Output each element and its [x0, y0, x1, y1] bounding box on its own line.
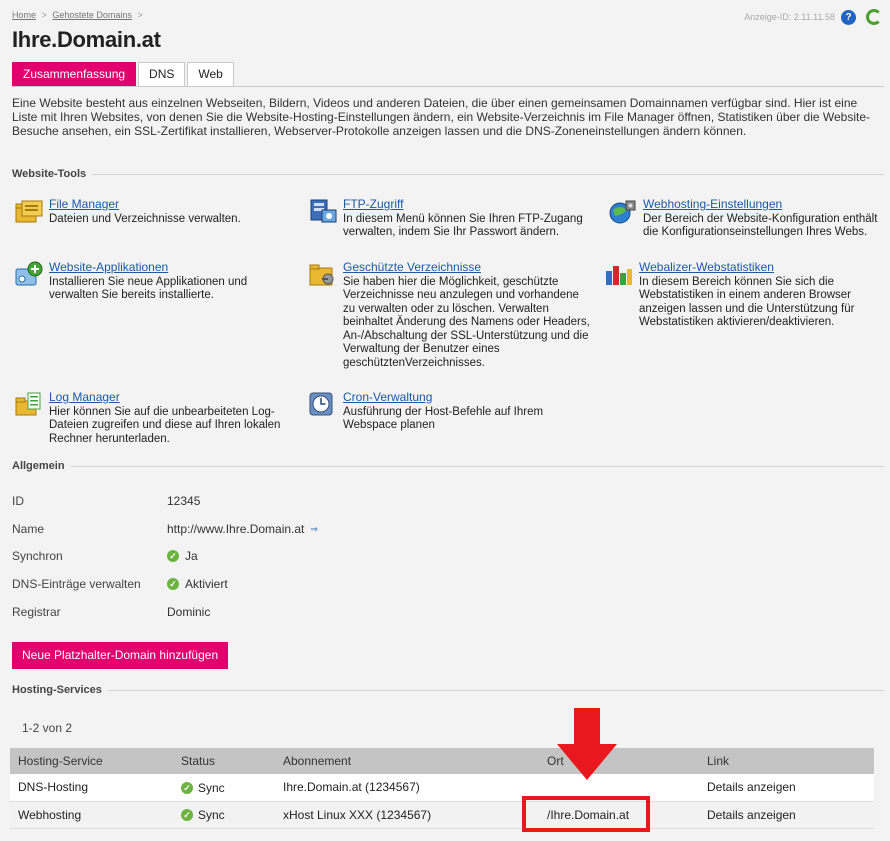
- registrar-value: Dominic: [167, 605, 211, 619]
- subscription-cell: Ihre.Domain.at (1234567): [275, 774, 539, 802]
- hosting-services-table: Hosting-Service Status Abonnement Ort Li…: [10, 748, 874, 829]
- breadcrumb: Home > Gehostete Domains >: [12, 10, 146, 20]
- general-heading: Allgemein: [12, 460, 884, 472]
- tab-divider: [12, 86, 884, 87]
- service-cell: Webhosting: [10, 801, 173, 829]
- tab-dns[interactable]: DNS: [138, 62, 186, 87]
- tool-description: In diesem Bereich können Sie sich die We…: [639, 275, 855, 329]
- tab-bar: Zusammenfassung DNS Web: [12, 62, 236, 87]
- details-link[interactable]: Details anzeigen: [699, 774, 874, 802]
- ftp-access-link[interactable]: FTP-Zugriff: [343, 197, 588, 212]
- locked-folder-icon: [308, 261, 338, 289]
- add-application-icon: [14, 261, 44, 289]
- tool-log-manager: Log Manager Hier können Sie auf die unbe…: [14, 390, 284, 446]
- column-header[interactable]: Abonnement: [275, 748, 539, 774]
- log-manager-link[interactable]: Log Manager: [49, 390, 284, 405]
- file-manager-link[interactable]: File Manager: [49, 197, 241, 212]
- tab-summary[interactable]: Zusammenfassung: [12, 62, 137, 87]
- page-title: Ihre.Domain.at: [12, 27, 161, 52]
- tool-description: Der Bereich der Website-Konfiguration en…: [643, 212, 878, 239]
- check-icon: ✓: [167, 550, 179, 562]
- protected-dirs-link[interactable]: Geschützte Verzeichnisse: [343, 260, 590, 275]
- table-row: DNS-Hosting ✓ Sync Ihre.Domain.at (123456…: [10, 774, 874, 802]
- tool-file-manager: File Manager Dateien und Verzeichnisse v…: [14, 197, 284, 226]
- divider: [107, 689, 884, 691]
- display-id: Anzeige-ID: 2.11.11.58: [744, 12, 835, 22]
- intro-text: Eine Website besteht aus einzelnen Webse…: [12, 96, 871, 138]
- external-link-icon[interactable]: ⇒: [310, 524, 318, 535]
- help-icon[interactable]: ?: [841, 9, 856, 25]
- cron-link[interactable]: Cron-Verwaltung: [343, 390, 578, 405]
- tool-cron: Cron-Verwaltung Ausführung der Host-Befe…: [308, 390, 578, 433]
- log-files-icon: [14, 391, 44, 419]
- divider: [70, 465, 884, 467]
- service-cell: DNS-Hosting: [10, 774, 173, 802]
- info-value-registrar: Dominic: [167, 605, 210, 619]
- column-header[interactable]: Hosting-Service: [10, 748, 173, 774]
- check-icon: ✓: [181, 782, 193, 794]
- tool-ftp-access: FTP-Zugriff In diesem Menü können Sie Ih…: [308, 197, 588, 240]
- breadcrumb-separator: >: [41, 10, 47, 20]
- check-icon: ✓: [167, 578, 179, 590]
- tool-webhosting-settings: Webhosting-Einstellungen Der Bereich der…: [608, 197, 880, 240]
- table-header-row: Hosting-Service Status Abonnement Ort Li…: [10, 748, 874, 774]
- webalizer-link[interactable]: Webalizer-Webstatistiken: [639, 260, 880, 275]
- column-header[interactable]: Link: [699, 748, 874, 774]
- subscription-cell: xHost Linux XXX (1234567): [275, 801, 539, 829]
- header-tools: Anzeige-ID: 2.11.11.58 ?: [744, 9, 882, 25]
- add-placeholder-domain-button[interactable]: Neue Platzhalter-Domain hinzufügen: [12, 642, 229, 669]
- refresh-icon[interactable]: [866, 9, 882, 25]
- info-value-dns-manage: ✓ Aktiviert: [167, 577, 228, 591]
- section-title: Website-Tools: [12, 168, 87, 180]
- breadcrumb-separator: >: [137, 10, 143, 20]
- webhosting-settings-link[interactable]: Webhosting-Einstellungen: [643, 197, 880, 212]
- tool-website-apps: Website-Applikationen Installieren Sie n…: [14, 260, 284, 303]
- section-title: Allgemein: [12, 460, 65, 472]
- tool-description: Dateien und Verzeichnisse verwalten.: [49, 212, 241, 225]
- annotation-arrow-icon: [557, 708, 617, 780]
- sync-value: Ja: [185, 549, 198, 563]
- tab-web[interactable]: Web: [187, 62, 234, 87]
- tool-description: In diesem Menü können Sie Ihren FTP-Zuga…: [343, 212, 583, 239]
- tool-description: Sie haben hier die Möglichkeit, geschütz…: [343, 275, 590, 369]
- tool-protected-dirs: Geschützte Verzeichnisse Sie haben hier …: [308, 260, 590, 370]
- check-icon: ✓: [181, 809, 193, 822]
- dns-manage-value: Aktiviert: [185, 577, 228, 591]
- globe-settings-icon: [608, 198, 638, 226]
- folder-icon: [14, 198, 44, 226]
- tool-description: Hier können Sie auf die unbearbeiteten L…: [49, 405, 281, 445]
- info-value-id: 12345: [167, 494, 200, 508]
- status-cell: ✓ Sync: [173, 801, 275, 829]
- status-text: Sync: [198, 781, 225, 795]
- breadcrumb-hosted-domains-link[interactable]: Gehostete Domains: [52, 10, 132, 20]
- breadcrumb-home-link[interactable]: Home: [12, 10, 36, 20]
- ftp-icon: [308, 198, 338, 226]
- info-value-sync: ✓ Ja: [167, 549, 198, 563]
- pagination-info: 1-2 von 2: [22, 721, 73, 735]
- annotation-highlight-box: [522, 796, 650, 832]
- hosting-services-heading: Hosting-Services: [12, 684, 884, 696]
- clock-icon: [308, 391, 338, 419]
- tool-description: Ausführung der Host-Befehle auf Ihrem We…: [343, 405, 544, 432]
- statistics-icon: [604, 261, 634, 289]
- details-link[interactable]: Details anzeigen: [699, 801, 874, 829]
- tool-webalizer: Webalizer-Webstatistiken In diesem Berei…: [604, 260, 880, 330]
- info-label-registrar: Registrar: [12, 605, 61, 619]
- website-apps-link[interactable]: Website-Applikationen: [49, 260, 284, 275]
- domain-url: http://www.Ihre.Domain.at: [167, 522, 305, 536]
- status-cell: ✓ Sync: [173, 774, 275, 802]
- info-label-id: ID: [12, 494, 24, 508]
- section-title: Hosting-Services: [12, 684, 102, 696]
- table-row: Webhosting ✓ Sync xHost Linux XXX (123456…: [10, 801, 874, 829]
- column-header[interactable]: Status: [173, 748, 275, 774]
- tool-description: Installieren Sie neue Applikationen und …: [49, 275, 248, 302]
- info-value-name: http://www.Ihre.Domain.at ⇒: [167, 522, 318, 536]
- divider: [92, 173, 884, 175]
- status-text: Sync: [198, 808, 225, 823]
- info-label-sync: Synchron: [12, 549, 63, 563]
- id-value: 12345: [167, 494, 201, 508]
- website-tools-heading: Website-Tools: [12, 168, 884, 180]
- info-label-name: Name: [12, 522, 45, 536]
- info-label-dns-manage: DNS-Einträge verwalten: [12, 577, 141, 591]
